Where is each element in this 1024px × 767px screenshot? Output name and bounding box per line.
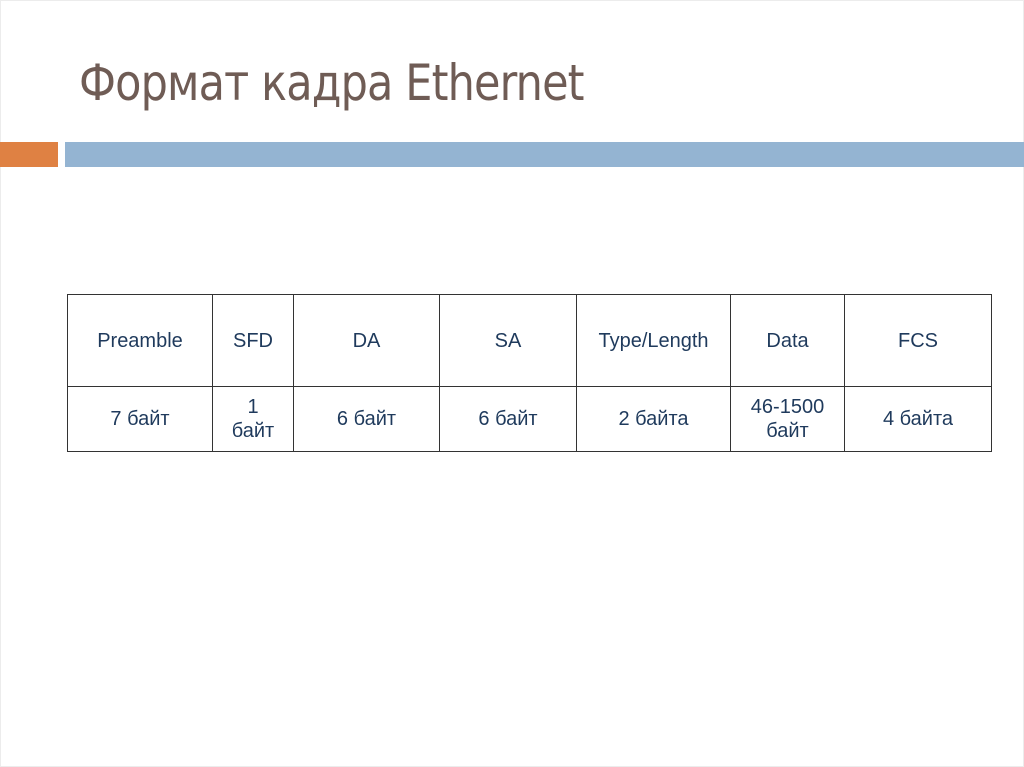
field-size-cell: 7 байт bbox=[67, 386, 213, 452]
slide-title: Формат кадра Ethernet bbox=[79, 54, 585, 112]
field-size-cell: 6 байт bbox=[293, 386, 440, 452]
size-text: 7 байт bbox=[110, 408, 170, 430]
field-size-row: 7 байт 1 байт 6 байт 6 байт 2 байта 46-15… bbox=[67, 386, 992, 452]
size-text: 2 байта bbox=[618, 408, 689, 430]
field-name-row: Preamble SFD DA SA Type/Length Data FCS bbox=[67, 294, 992, 387]
field-size-cell: 4 байта bbox=[844, 386, 992, 452]
size-unit-text: байт bbox=[766, 420, 809, 442]
field-name-cell: Data bbox=[730, 294, 845, 387]
size-text: 4 байта bbox=[882, 408, 954, 430]
field-size-cell: 2 байта bbox=[576, 386, 731, 452]
field-name-cell: DA bbox=[293, 294, 440, 387]
field-name-cell: SFD bbox=[212, 294, 294, 387]
field-size-cell: 46-1500 байт bbox=[730, 386, 845, 452]
field-name-cell: Type/Length bbox=[576, 294, 731, 387]
field-name-cell: Preamble bbox=[67, 294, 213, 387]
accent-bar-orange bbox=[0, 142, 58, 167]
field-name-cell: FCS bbox=[844, 294, 992, 387]
accent-bar-blue bbox=[65, 142, 1024, 167]
ethernet-frame-table: Preamble SFD DA SA Type/Length Data FCS … bbox=[67, 294, 992, 452]
size-text: 6 байт bbox=[336, 408, 397, 430]
field-name-cell: SA bbox=[439, 294, 577, 387]
field-size-cell: 6 байт bbox=[439, 386, 577, 452]
field-size-cell: 1 байт bbox=[212, 386, 294, 452]
size-text: 1 bbox=[247, 396, 259, 418]
size-text: 46-1500 bbox=[750, 396, 825, 418]
size-unit-text: байт bbox=[231, 420, 275, 442]
size-text: 6 байт bbox=[478, 408, 538, 430]
